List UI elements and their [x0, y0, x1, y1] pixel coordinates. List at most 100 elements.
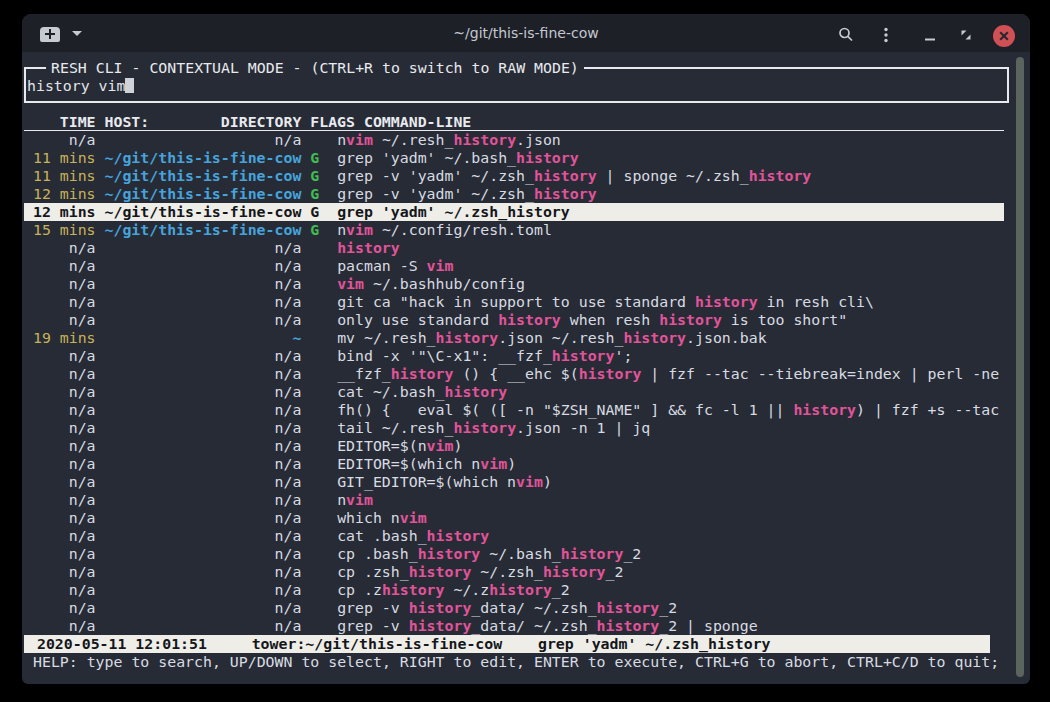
row-time: n/a: [24, 509, 105, 527]
match-highlight: history: [534, 167, 597, 185]
row-time: n/a: [24, 239, 105, 257]
history-row[interactable]: 12 mins ~/git/this-is-fine-cow G grep -v…: [24, 185, 597, 203]
row-directory: n/a: [105, 473, 302, 491]
row-time: n/a: [24, 545, 105, 563]
row-directory: n/a: [105, 257, 302, 275]
row-directory: ~/git/this-is-fine-cow: [105, 221, 302, 239]
history-row[interactable]: n/a n/a nvim: [24, 491, 373, 509]
match-highlight: history: [391, 365, 454, 383]
row-command: cat .bash_history: [337, 527, 489, 545]
history-row[interactable]: n/a n/a vim ~/.bashhub/config: [24, 275, 525, 293]
row-flags: [301, 401, 337, 419]
row-command: grep -v 'yadm' ~/.zsh_history | sponge ~…: [337, 167, 811, 185]
row-flags: [301, 509, 337, 527]
history-row[interactable]: 15 mins ~/git/this-is-fine-cow G nvim ~/…: [24, 221, 552, 239]
row-time: n/a: [24, 527, 105, 545]
row-command: grep 'yadm' ~/.zsh_history: [337, 203, 570, 221]
row-flags: [301, 383, 337, 401]
history-row[interactable]: n/a n/a history: [24, 239, 400, 257]
search-box: RESH CLI - CONTEXTUAL MODE - (CTRL+R to …: [24, 67, 1009, 103]
row-flags: [301, 455, 337, 473]
row-flags: [301, 365, 337, 383]
row-command: tail ~/.resh_history.json -n 1 | jq: [337, 419, 650, 437]
row-flags: [301, 581, 337, 599]
scrollbar-thumb[interactable]: [1016, 57, 1024, 677]
row-command: which nvim: [337, 509, 426, 527]
row-flags: [301, 599, 337, 617]
match-highlight: vim: [337, 275, 364, 293]
match-highlight: history: [507, 203, 570, 221]
history-row[interactable]: n/a n/a grep -v history_data/ ~/.zsh_his…: [24, 599, 677, 617]
row-command: pacman -S vim: [337, 257, 453, 275]
history-row[interactable]: n/a n/a GIT_EDITOR=$(which nvim): [24, 473, 552, 491]
history-row[interactable]: n/a n/a pacman -S vim: [24, 257, 453, 275]
match-highlight: history: [445, 383, 508, 401]
match-highlight: history: [409, 617, 472, 635]
row-command: bind -x '"\C-x1": __fzf_history';: [337, 347, 632, 365]
history-row[interactable]: n/a n/a nvim ~/.resh_history.json: [24, 131, 561, 149]
row-time: n/a: [24, 419, 105, 437]
row-directory: n/a: [105, 527, 302, 545]
row-time: n/a: [24, 347, 105, 365]
row-command: only use standard history when resh hist…: [337, 311, 847, 329]
row-flags: G: [301, 149, 337, 167]
row-command: cat ~/.bash_history: [337, 383, 507, 401]
row-time: 12 mins: [24, 185, 105, 203]
match-highlight: history: [489, 581, 552, 599]
row-directory: n/a: [105, 311, 302, 329]
row-flags: [301, 491, 337, 509]
row-command: cp .zsh_history ~/.zsh_history_2: [337, 563, 623, 581]
row-flags: [301, 131, 337, 149]
history-row-selected[interactable]: 12 mins ~/git/this-is-fine-cow G grep 'y…: [24, 203, 1004, 221]
row-time: n/a: [24, 581, 105, 599]
row-directory: ~/git/this-is-fine-cow: [105, 203, 302, 221]
row-flags: G: [301, 185, 337, 203]
row-flags: [301, 275, 337, 293]
row-flags: [301, 293, 337, 311]
history-row[interactable]: n/a n/a EDITOR=$(which nvim): [24, 455, 516, 473]
table-header: TIME HOST: DIRECTORY FLAGS COMMAND-LINE: [24, 113, 1004, 131]
match-highlight: vim: [516, 473, 543, 491]
history-row[interactable]: n/a n/a fh() { eval $( ([ -n "$ZSH_NAME"…: [24, 401, 999, 419]
row-directory: n/a: [105, 275, 302, 293]
row-directory: n/a: [105, 365, 302, 383]
row-time: 11 mins: [24, 149, 105, 167]
row-directory: n/a: [105, 293, 302, 311]
search-icon[interactable]: [838, 27, 854, 43]
history-row[interactable]: 19 mins ~ mv ~/.resh_history.json ~/.res…: [24, 329, 767, 347]
match-highlight: history: [793, 401, 856, 419]
search-input[interactable]: history vim: [27, 77, 134, 95]
history-row[interactable]: n/a n/a EDITOR=$(nvim): [24, 437, 462, 455]
match-highlight: vim: [427, 437, 454, 455]
row-directory: n/a: [105, 383, 302, 401]
restore-button[interactable]: [958, 27, 974, 43]
history-row[interactable]: n/a n/a cp .bash_history ~/.bash_history…: [24, 545, 641, 563]
history-row[interactable]: n/a n/a tail ~/.resh_history.json -n 1 |…: [24, 419, 650, 437]
match-highlight: history: [516, 149, 579, 167]
history-row[interactable]: n/a n/a cat ~/.bash_history: [24, 383, 507, 401]
history-row[interactable]: n/a n/a cp .zsh_history ~/.zsh_history_2: [24, 563, 623, 581]
match-highlight: history: [749, 167, 812, 185]
history-row[interactable]: n/a n/a cp .zhistory ~/.zhistory_2: [24, 581, 570, 599]
history-row[interactable]: n/a n/a bind -x '"\C-x1": __fzf_history'…: [24, 347, 632, 365]
row-time: n/a: [24, 491, 105, 509]
history-row[interactable]: n/a n/a git ca "hack in support to use s…: [24, 293, 874, 311]
row-directory: n/a: [105, 401, 302, 419]
history-row[interactable]: 11 mins ~/git/this-is-fine-cow G grep -v…: [24, 167, 811, 185]
minimize-button[interactable]: [922, 27, 938, 43]
row-time: n/a: [24, 293, 105, 311]
history-row[interactable]: n/a n/a which nvim: [24, 509, 427, 527]
row-flags: G: [301, 167, 337, 185]
history-row[interactable]: n/a n/a __fzf_history () { __ehc $(histo…: [24, 365, 999, 383]
row-directory: n/a: [105, 509, 302, 527]
terminal-window: ~/git/this-is-fine-cow RESH CLI - CONTEX…: [22, 14, 1030, 684]
menu-kebab-icon[interactable]: [878, 27, 894, 43]
history-row[interactable]: n/a n/a only use standard history when r…: [24, 311, 847, 329]
history-row[interactable]: 11 mins ~/git/this-is-fine-cow G grep 'y…: [24, 149, 579, 167]
row-time: 12 mins: [24, 203, 105, 221]
close-button[interactable]: [993, 25, 1015, 47]
history-row[interactable]: n/a n/a cat .bash_history: [24, 527, 489, 545]
match-highlight: history: [543, 563, 606, 581]
row-time: 19 mins: [24, 329, 105, 347]
history-row[interactable]: n/a n/a grep -v history_data/ ~/.zsh_his…: [24, 617, 758, 635]
